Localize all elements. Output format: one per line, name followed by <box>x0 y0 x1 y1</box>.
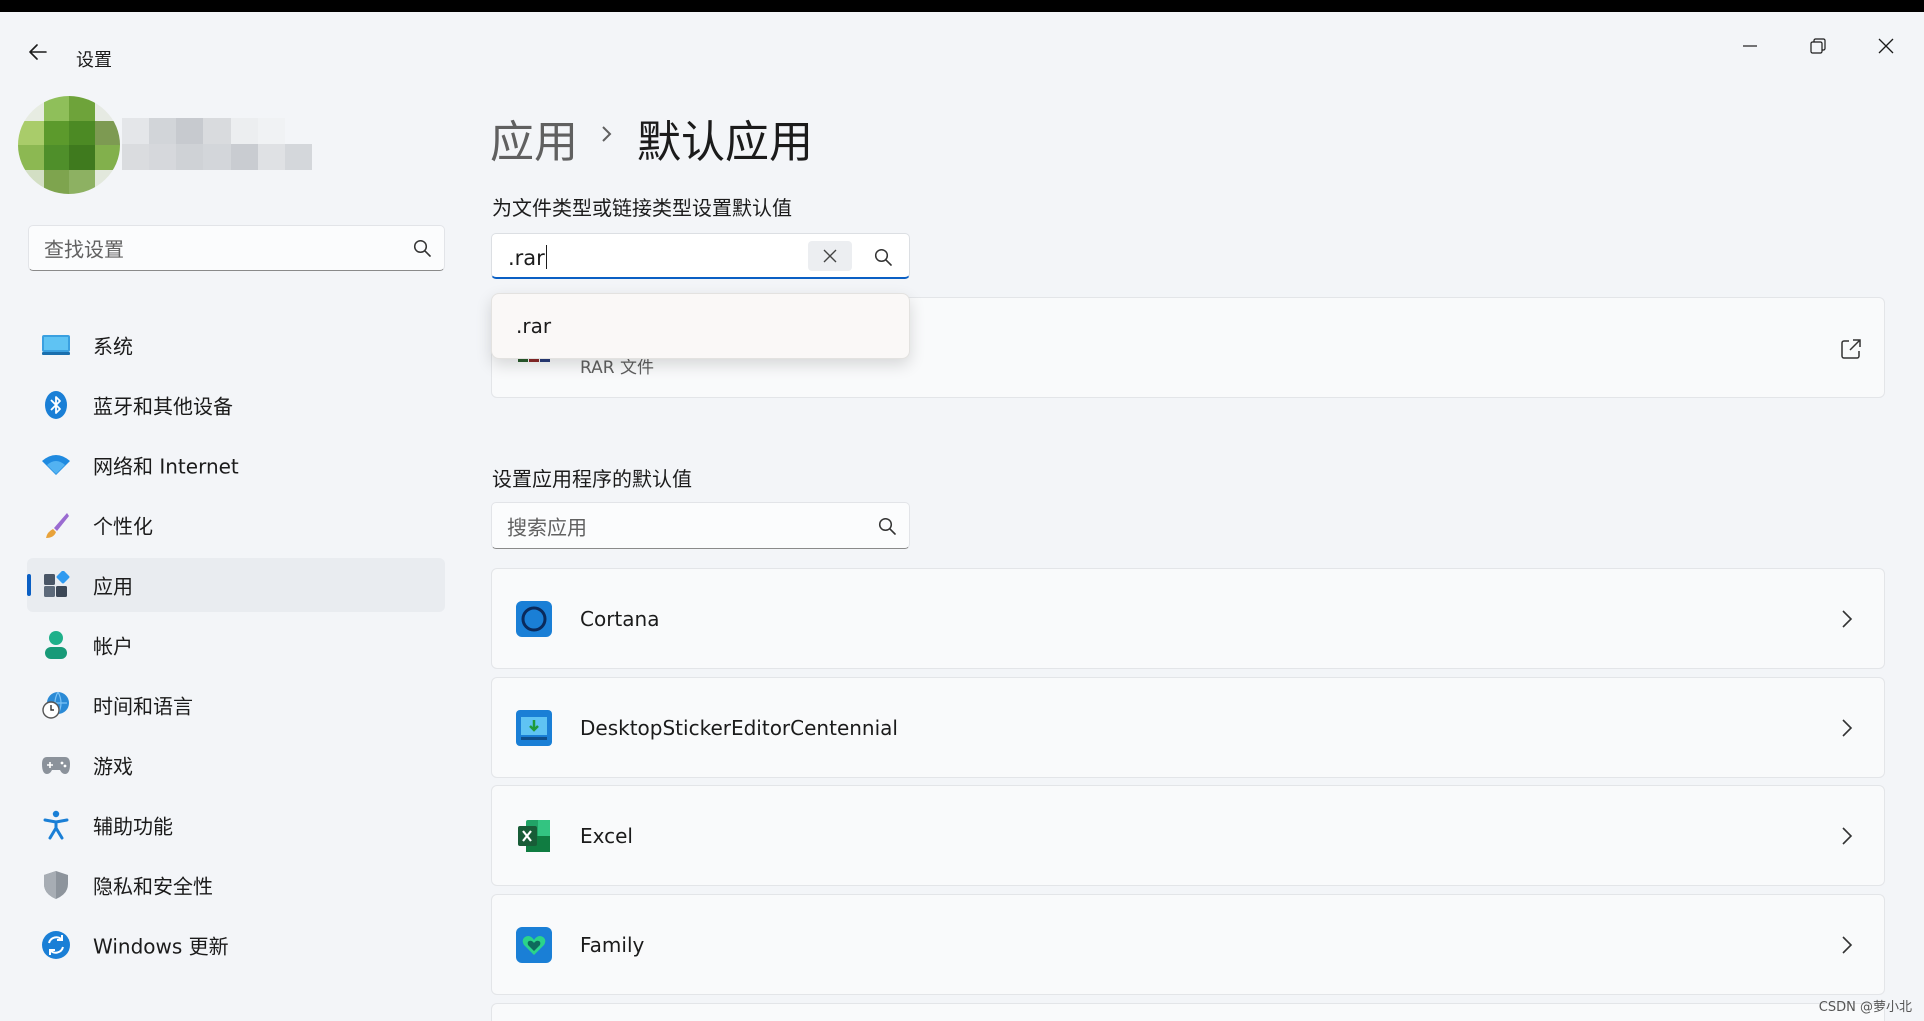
brush-icon <box>41 510 71 540</box>
system-display-icon <box>41 330 71 360</box>
cortana-icon <box>516 600 552 637</box>
text-caret <box>545 245 547 269</box>
windows-update-icon <box>41 930 71 960</box>
sidebar-item-label: 辅助功能 <box>93 814 173 839</box>
filetype-input-value: .rar <box>508 246 545 270</box>
excel-icon <box>518 819 550 852</box>
app-search-input[interactable]: 搜索应用 <box>491 502 910 549</box>
sidebar-item-label: 帐户 <box>93 634 133 659</box>
sticker-editor-icon <box>516 709 552 746</box>
settings-search-placeholder: 查找设置 <box>44 237 124 262</box>
sidebar-item-label: 应用 <box>93 574 133 599</box>
chevron-right-icon <box>1842 826 1853 845</box>
wifi-icon <box>41 450 71 480</box>
sidebar-item-time-language[interactable]: 时间和语言 <box>27 678 445 732</box>
settings-search-input[interactable]: 查找设置 <box>28 225 445 271</box>
shield-icon <box>41 870 71 900</box>
watermark: CSDN @萝小北 <box>1818 1000 1912 1015</box>
app-card-cortana[interactable]: Cortana <box>491 568 1885 669</box>
sidebar-item-accessibility[interactable]: 辅助功能 <box>27 798 445 852</box>
sidebar-item-label: Windows 更新 <box>93 934 229 959</box>
app-name: DesktopStickerEditorCentennial <box>580 715 898 740</box>
sidebar-item-system[interactable]: 系统 <box>27 318 445 372</box>
sidebar-item-accounts[interactable]: 帐户 <box>27 618 445 672</box>
sidebar-item-label: 时间和语言 <box>93 694 193 719</box>
restore-icon <box>1810 38 1826 54</box>
close-icon <box>823 249 837 263</box>
app-name: Cortana <box>580 606 660 631</box>
sidebar-item-personalization[interactable]: 个性化 <box>27 498 445 552</box>
accessibility-icon <box>41 810 71 840</box>
open-external-icon[interactable] <box>1840 338 1862 360</box>
back-button[interactable] <box>20 34 56 70</box>
chevron-right-icon <box>1842 935 1853 954</box>
restore-button[interactable] <box>1792 26 1844 66</box>
sidebar-item-gaming[interactable]: 游戏 <box>27 738 445 792</box>
suggestion-item[interactable]: .rar <box>516 314 551 338</box>
minimize-icon <box>1743 45 1757 47</box>
search-icon <box>413 239 431 257</box>
app-card-excel[interactable]: Excel <box>491 785 1885 886</box>
apps-section-title: 设置应用程序的默认值 <box>492 467 692 491</box>
search-icon[interactable] <box>873 247 893 267</box>
filetype-section-title: 为文件类型或链接类型设置默认值 <box>492 196 792 220</box>
sidebar-item-label: 蓝牙和其他设备 <box>93 394 233 419</box>
sidebar-item-label: 游戏 <box>93 754 133 779</box>
app-name: Excel <box>580 823 633 848</box>
sidebar-item-label: 隐私和安全性 <box>93 874 213 899</box>
account-icon <box>41 630 71 660</box>
chevron-right-icon <box>1842 609 1853 628</box>
page-title: 默认应用 <box>637 117 813 168</box>
apps-icon <box>41 570 71 600</box>
sidebar-item-apps[interactable]: 应用 <box>27 558 445 612</box>
avatar[interactable] <box>18 96 120 194</box>
filetype-search-input[interactable]: .rar <box>491 233 910 279</box>
minimize-button[interactable] <box>1724 26 1776 66</box>
suggestion-dropdown: .rar <box>491 293 910 359</box>
sidebar-item-privacy[interactable]: 隐私和安全性 <box>27 858 445 912</box>
sidebar-item-windows-update[interactable]: Windows 更新 <box>27 918 445 972</box>
family-icon <box>516 926 552 963</box>
chevron-right-icon <box>602 126 612 142</box>
app-card-desktopstickereditor[interactable]: DesktopStickerEditorCentennial <box>491 677 1885 778</box>
app-card-family[interactable]: Family <box>491 894 1885 995</box>
window-title: 设置 <box>76 50 112 71</box>
sidebar-item-label: 个性化 <box>93 514 153 539</box>
time-language-icon <box>41 690 71 720</box>
bluetooth-icon <box>41 390 71 420</box>
search-icon <box>878 517 896 535</box>
app-name: Family <box>580 932 645 957</box>
close-icon <box>1878 38 1894 54</box>
breadcrumb-parent-link[interactable]: 应用 <box>490 106 578 170</box>
selection-indicator <box>27 574 31 596</box>
app-card-partial[interactable] <box>491 1003 1885 1021</box>
profile-info-blurred <box>122 118 312 170</box>
app-search-placeholder: 搜索应用 <box>507 515 587 539</box>
back-arrow-icon <box>29 44 47 60</box>
sidebar-item-bluetooth[interactable]: 蓝牙和其他设备 <box>27 378 445 432</box>
sidebar-item-label: 系统 <box>93 334 133 359</box>
close-button[interactable] <box>1860 26 1912 66</box>
chevron-right-icon <box>1842 718 1853 737</box>
sidebar-item-network[interactable]: 网络和 Internet <box>27 438 445 492</box>
clear-input-button[interactable] <box>808 241 852 271</box>
settings-window: 设置 查找设置 系统 蓝牙和其他设备 网络和 Internet 个性化 应用 帐… <box>0 12 1924 1021</box>
sidebar-item-label: 网络和 Internet <box>93 454 239 479</box>
gamepad-icon <box>41 750 71 780</box>
